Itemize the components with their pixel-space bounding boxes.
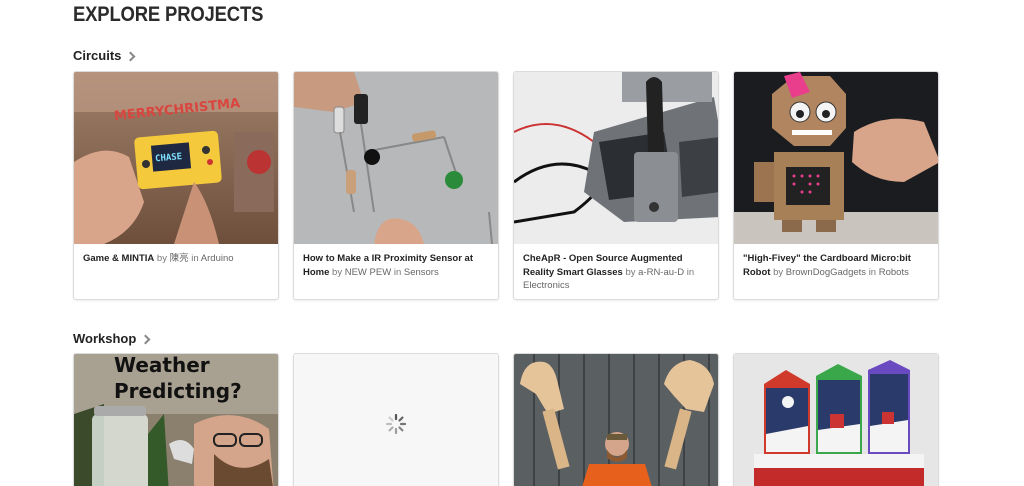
project-category[interactable]: Electronics	[523, 280, 569, 291]
project-thumbnail[interactable]	[734, 72, 938, 244]
project-card[interactable]	[733, 353, 939, 486]
project-category[interactable]: Sensors	[404, 267, 439, 278]
project-card[interactable]: CheApR - Open Source Augmented Reality S…	[513, 71, 719, 300]
in-label: in	[393, 266, 402, 278]
chevron-right-icon	[140, 334, 151, 345]
section-title: Workshop	[73, 331, 137, 346]
section-title: Circuits	[73, 48, 122, 63]
loading-placeholder	[294, 354, 498, 486]
project-card[interactable]: MERRYCHRISTMA CHASE Game & MINTIA by 陳亮 …	[73, 71, 279, 300]
in-label: in	[191, 253, 199, 264]
thumb-text-line1: Weather	[114, 354, 210, 377]
circuits-grid: MERRYCHRISTMA CHASE Game & MINTIA by 陳亮 …	[73, 71, 939, 300]
chevron-right-icon	[125, 51, 136, 62]
project-meta: CheApR - Open Source Augmented Reality S…	[514, 244, 718, 299]
project-card[interactable]	[513, 353, 719, 486]
project-thumbnail[interactable]: Weather Predicting?	[74, 354, 278, 486]
by-label: by	[332, 266, 343, 278]
by-label: by	[773, 266, 784, 278]
project-thumbnail[interactable]	[514, 354, 718, 486]
by-label: by	[625, 266, 636, 278]
project-author[interactable]: a-RN-au-D	[638, 267, 684, 278]
project-category[interactable]: Robots	[879, 267, 909, 278]
project-author[interactable]: 陳亮	[170, 253, 189, 264]
thumb-text-line2: Predicting?	[114, 379, 242, 403]
in-label: in	[868, 266, 877, 278]
project-thumbnail[interactable]	[514, 72, 718, 244]
project-category[interactable]: Arduino	[201, 253, 234, 264]
project-meta: Game & MINTIA by 陳亮 in Arduino	[74, 244, 278, 299]
section-circuits-link[interactable]: Circuits	[73, 48, 136, 63]
project-thumbnail[interactable]: MERRYCHRISTMA CHASE	[74, 72, 278, 244]
page-title: EXPLORE PROJECTS	[73, 3, 264, 26]
project-thumbnail[interactable]	[294, 72, 498, 244]
project-author[interactable]: NEW PEW	[345, 267, 391, 278]
in-label: in	[686, 266, 695, 278]
project-card[interactable]	[293, 353, 499, 486]
project-card[interactable]: Weather Predicting?	[73, 353, 279, 486]
project-title[interactable]: Game & MINTIA	[83, 253, 154, 264]
workshop-grid: Weather Predicting?	[73, 353, 939, 486]
project-thumbnail[interactable]	[734, 354, 938, 486]
section-workshop-link[interactable]: Workshop	[73, 331, 151, 346]
project-author[interactable]: BrownDogGadgets	[786, 267, 866, 278]
by-label: by	[156, 253, 167, 264]
loading-spinner-icon	[385, 413, 407, 435]
project-card[interactable]: How to Make a IR Proximity Sensor at Hom…	[293, 71, 499, 300]
project-meta: How to Make a IR Proximity Sensor at Hom…	[294, 244, 498, 299]
project-meta: "High-Fivey" the Cardboard Micro:bit Rob…	[734, 244, 938, 299]
project-card[interactable]: "High-Fivey" the Cardboard Micro:bit Rob…	[733, 71, 939, 300]
